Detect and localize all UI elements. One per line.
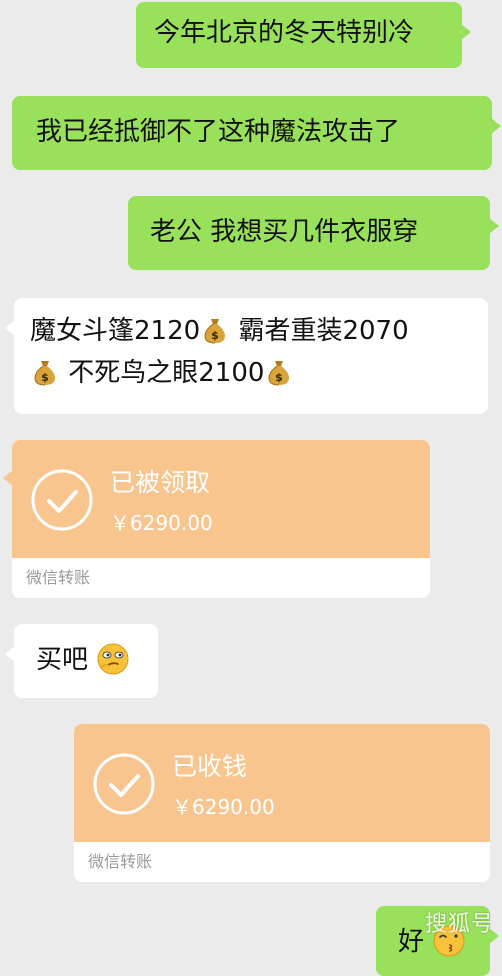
money-bag-icon <box>202 316 228 344</box>
item-text: 魔女斗篷2120 <box>30 316 201 346</box>
smirk-emoji-icon <box>97 643 129 675</box>
received-message-bubble[interactable]: 魔女斗篷2120 霸者重装2070 不死鸟之眼2100 <box>5 298 488 414</box>
shopping-line-1: 魔女斗篷2120 霸者重装2070 <box>30 310 472 352</box>
transfer-status: 已被领取 <box>110 468 211 497</box>
transfer-footer-label: 微信转账 <box>88 852 153 871</box>
sent-message-bubble[interactable]: 我已经抵御不了这种魔法攻击了 <box>12 96 501 170</box>
transfer-amount: ￥6290.00 <box>110 511 213 535</box>
received-message-bubble[interactable]: 买吧 <box>5 624 158 698</box>
watermark-text: 搜狐号 <box>424 912 494 937</box>
message-text: 买吧 <box>36 645 89 675</box>
transfer-card-collected[interactable]: 已收钱 ￥6290.00 微信转账 <box>74 724 490 882</box>
transfer-card-received[interactable]: 已被领取 ￥6290.00 微信转账 <box>3 440 430 598</box>
check-circle-icon <box>93 753 155 815</box>
transfer-status: 已收钱 <box>172 752 248 781</box>
sent-message-bubble[interactable]: 老公 我想买几件衣服穿 <box>128 196 499 270</box>
shopping-line-2: 不死鸟之眼2100 <box>30 352 472 394</box>
money-bag-icon <box>32 358 58 386</box>
item-text: 不死鸟之眼2100 <box>68 358 265 388</box>
message-text: 我已经抵御不了这种魔法攻击了 <box>36 117 401 147</box>
message-text: 好 <box>398 927 425 957</box>
message-text: 老公 我想买几件衣服穿 <box>150 217 419 247</box>
item-text: 霸者重装2070 <box>238 316 409 346</box>
check-circle-icon <box>31 469 93 531</box>
message-text: 今年北京的冬天特别冷 <box>154 18 415 48</box>
money-bag-icon <box>266 358 292 386</box>
transfer-amount: ￥6290.00 <box>172 795 275 819</box>
sent-message-bubble[interactable]: 今年北京的冬天特别冷 <box>136 2 471 68</box>
transfer-footer-label: 微信转账 <box>26 568 91 587</box>
